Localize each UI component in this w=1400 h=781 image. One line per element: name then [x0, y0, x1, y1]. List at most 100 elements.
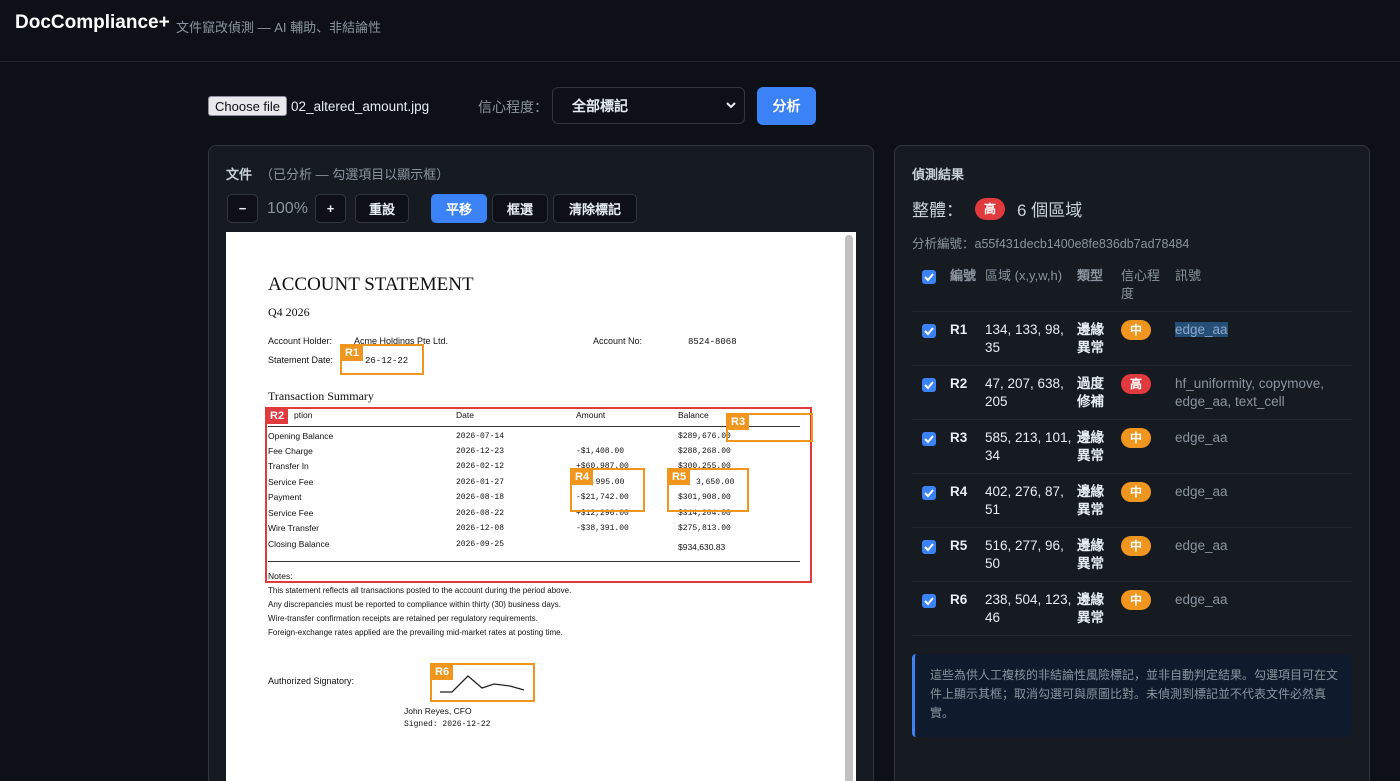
- row-type: 邊緣異常: [1077, 484, 1104, 517]
- row-confidence: 中: [1121, 482, 1171, 502]
- region-tag: R5: [668, 469, 691, 485]
- overall-summary: 整體： 高 6 個區域: [912, 196, 1082, 221]
- confidence-select[interactable]: 全部標記: [552, 87, 745, 124]
- document-panel: 文件 （已分析 — 勾選項目以顯示框） − 100% + 重設 平移 框選 清除標…: [208, 145, 874, 781]
- summary-title: Transaction Summary: [268, 389, 374, 403]
- row-region: 402, 276, 87, 51: [985, 484, 1064, 517]
- account-no-label: Account No:: [593, 336, 643, 346]
- confidence-badge: 高: [1121, 374, 1152, 394]
- zoom-in-button[interactable]: +: [315, 194, 346, 223]
- row-checkbox[interactable]: [922, 432, 936, 446]
- check-icon: [924, 327, 934, 336]
- reset-button[interactable]: 重設: [355, 194, 409, 223]
- row-confidence: 中: [1121, 428, 1171, 448]
- region-box-r3[interactable]: R3: [726, 413, 813, 442]
- row-checkbox[interactable]: [922, 324, 936, 338]
- table-row[interactable]: R3 585, 213, 101, 34 邊緣異常 中 edge_aa: [912, 420, 1352, 474]
- row-confidence: 中: [1121, 590, 1171, 610]
- row-type: 邊緣異常: [1077, 430, 1104, 463]
- row-signal: hf_uniformity, copymove, edge_aa, text_c…: [1175, 376, 1325, 409]
- row-confidence: 高: [1121, 374, 1171, 394]
- check-icon: [924, 435, 934, 444]
- overall-label: 整體：: [912, 201, 963, 220]
- confidence-badge: 中: [1121, 320, 1152, 340]
- results-panel: 偵測結果 整體： 高 6 個區域 分析編號：a55f431decb1400e8f…: [894, 145, 1370, 781]
- zoom-level: 100%: [267, 200, 308, 217]
- region-tag: R2: [266, 408, 289, 424]
- row-region: 134, 133, 98, 35: [985, 322, 1064, 355]
- region-tag: R1: [341, 345, 364, 361]
- statement-title: ACCOUNT STATEMENT: [268, 274, 474, 295]
- app-tagline: 文件竄改偵測 — AI 輔助、非結論性: [176, 20, 382, 35]
- row-signal: edge_aa: [1175, 592, 1228, 607]
- zoom-out-button[interactable]: −: [227, 194, 258, 223]
- select-all-checkbox[interactable]: [922, 270, 936, 284]
- row-id: R5: [950, 538, 968, 553]
- row-region: 47, 207, 638, 205: [985, 376, 1064, 409]
- row-region: 516, 277, 96, 50: [985, 538, 1064, 571]
- clear-marks-button[interactable]: 清除標記: [553, 194, 637, 223]
- document-scrollbar[interactable]: [845, 235, 853, 781]
- row-signal: edge_aa: [1175, 484, 1228, 499]
- table-row[interactable]: R5 516, 277, 96, 50 邊緣異常 中 edge_aa: [912, 528, 1352, 582]
- file-input[interactable]: Choose file 02_altered_amount.jpg: [208, 96, 429, 116]
- signatory-label: Authorized Signatory:: [268, 676, 355, 686]
- file-name: 02_altered_amount.jpg: [291, 98, 430, 114]
- row-id: R2: [950, 376, 968, 391]
- analyze-button[interactable]: 分析: [757, 87, 816, 125]
- row-id: R3: [950, 430, 968, 445]
- confidence-badge: 中: [1121, 590, 1152, 610]
- confidence-badge: 中: [1121, 536, 1152, 556]
- overall-region-count: 6 個區域: [1017, 201, 1083, 220]
- box-select-button[interactable]: 框選: [492, 194, 548, 223]
- row-type: 邊緣異常: [1077, 592, 1104, 625]
- row-checkbox[interactable]: [922, 486, 936, 500]
- chevron-down-icon: [726, 102, 736, 109]
- row-id: R4: [950, 484, 968, 499]
- signer-name: John Reyes, CFO: [404, 706, 472, 716]
- row-confidence: 中: [1121, 320, 1171, 340]
- row-id: R1: [950, 322, 968, 337]
- table-row[interactable]: R1 134, 133, 98, 35 邊緣異常 中 edge_aa: [912, 312, 1352, 366]
- table-row[interactable]: R4 402, 276, 87, 51 邊緣異常 中 edge_aa: [912, 474, 1352, 528]
- note-line: This statement reflects all transactions…: [268, 586, 572, 595]
- region-box-r4[interactable]: R4: [570, 468, 645, 512]
- analysis-id: 分析編號：a55f431decb1400e8fe836db7ad78484: [912, 237, 1190, 251]
- top-bar: DocCompliance+ 文件竄改偵測 — AI 輔助、非結論性: [0, 0, 1400, 62]
- header-id: 編號: [950, 268, 977, 283]
- header-confidence: 信心程度: [1121, 268, 1161, 301]
- overall-risk-badge: 高: [975, 197, 1006, 220]
- confidence-badge: 中: [1121, 482, 1152, 502]
- header-type: 類型: [1077, 268, 1104, 283]
- choose-file-button[interactable]: Choose file: [208, 96, 288, 116]
- row-signal: edge_aa: [1175, 430, 1228, 445]
- disclaimer-note: 這些為供人工複核的非結論性風險標記，並非自動判定結果。勾選項目可在文件上顯示其框…: [912, 654, 1352, 737]
- region-box-r5[interactable]: R5: [667, 468, 749, 512]
- row-signal: edge_aa: [1175, 321, 1350, 339]
- document-subtitle: （已分析 — 勾選項目以顯示框）: [260, 167, 450, 182]
- note-line: Wire-transfer confirmation receipts are …: [268, 614, 538, 623]
- check-icon: [924, 381, 934, 390]
- row-region: 238, 504, 123, 46: [985, 592, 1072, 625]
- document-panel-title: 文件 （已分析 — 勾選項目以顯示框）: [226, 164, 449, 183]
- row-checkbox[interactable]: [922, 378, 936, 392]
- results-table-header: 編號 區域 (x,y,w,h) 類型 信心程度 訊號: [912, 258, 1352, 312]
- check-icon: [924, 543, 934, 552]
- row-region: 585, 213, 101, 34: [985, 430, 1072, 463]
- table-row[interactable]: R2 47, 207, 638, 205 過度修補 高 hf_uniformit…: [912, 366, 1352, 420]
- header-signal: 訊號: [1175, 268, 1202, 283]
- row-type: 邊緣異常: [1077, 322, 1104, 355]
- pan-tool-button[interactable]: 平移: [431, 194, 487, 223]
- region-box-r1[interactable]: R1: [340, 344, 424, 375]
- document-canvas[interactable]: ACCOUNT STATEMENT Q4 2026 Account Holder…: [226, 232, 856, 781]
- region-tag: R6: [431, 664, 454, 680]
- row-checkbox[interactable]: [922, 594, 936, 608]
- results-table: 編號 區域 (x,y,w,h) 類型 信心程度 訊號 R1 134, 133, …: [912, 258, 1352, 636]
- row-checkbox[interactable]: [922, 540, 936, 554]
- account-no-value: 8524-8068: [688, 337, 737, 347]
- confidence-badge: 中: [1121, 428, 1152, 448]
- table-row[interactable]: R6 238, 504, 123, 46 邊緣異常 中 edge_aa: [912, 582, 1352, 636]
- check-icon: [924, 273, 934, 282]
- region-box-r6[interactable]: R6: [430, 663, 535, 702]
- note-line: Foreign-exchange rates applied are the p…: [268, 628, 563, 637]
